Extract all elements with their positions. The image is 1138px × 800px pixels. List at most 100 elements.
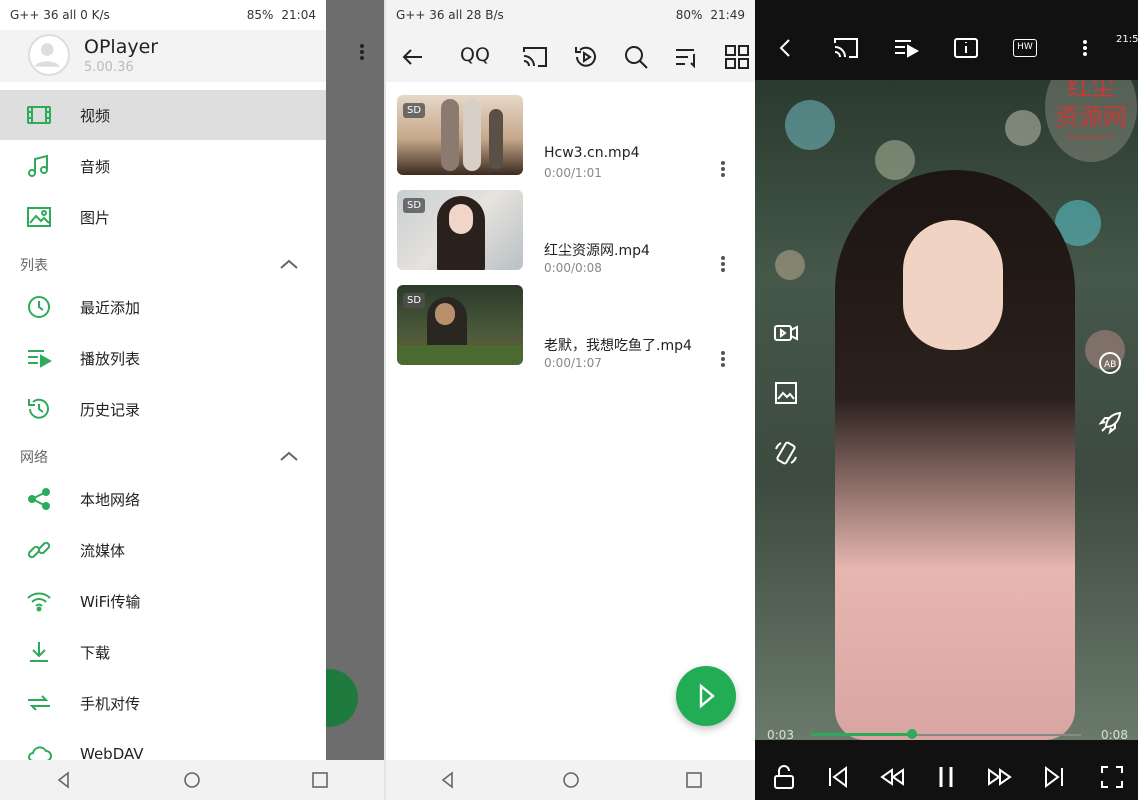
status-time: 21:49 <box>710 8 745 22</box>
menu-label: 流媒体 <box>80 541 126 560</box>
menu-label: 下载 <box>80 643 111 662</box>
video-record-icon[interactable] <box>773 320 799 346</box>
rocket-speed-icon[interactable] <box>1097 410 1123 436</box>
section-network-header: 网络 <box>20 450 48 466</box>
video-name: 红尘资源网.mp4 <box>544 243 650 259</box>
menu-item-download[interactable]: 下载 <box>0 627 326 677</box>
system-nav-bar <box>386 760 755 800</box>
info-icon[interactable] <box>953 35 979 61</box>
chevron-up-icon[interactable] <box>278 256 300 270</box>
recents-nav-icon[interactable] <box>685 771 703 789</box>
video-duration: 0:00/0:08 <box>544 261 602 275</box>
back-nav-icon[interactable] <box>55 771 73 789</box>
home-nav-icon[interactable] <box>562 771 580 789</box>
status-time: 21:04 <box>281 8 316 22</box>
video-thumbnail: SD <box>397 95 523 175</box>
hw-decoder-button[interactable]: HW <box>1013 39 1037 57</box>
menu-label: 音频 <box>80 157 111 176</box>
skip-previous-icon[interactable] <box>825 764 851 790</box>
folder-screen: G++ 36 all 28 B/s 80% 21:49 QQ SD Hcw3.c… <box>386 0 755 800</box>
avatar[interactable] <box>28 34 70 76</box>
search-icon[interactable] <box>623 44 649 70</box>
menu-item-audio[interactable]: 音频 <box>0 141 326 191</box>
music-icon <box>0 153 80 179</box>
back-arrow-icon[interactable] <box>400 44 426 70</box>
menu-item-image[interactable]: 图片 <box>0 192 326 242</box>
status-time: 21:5 <box>1116 34 1138 45</box>
menu-item-video[interactable]: 视频 <box>0 90 326 140</box>
more-vert-icon[interactable] <box>1079 35 1091 61</box>
player-screen: 红尘 资源网 www.hcw3.cn HW 21:5 AB 0:03 0:08 <box>755 0 1138 800</box>
watermark-line2: 资源网 <box>1055 103 1127 131</box>
menu-label: 图片 <box>80 208 111 227</box>
menu-item-phone-transfer[interactable]: 手机对传 <box>0 678 326 728</box>
skip-next-icon[interactable] <box>1041 764 1067 790</box>
video-name: Hcw3.cn.mp4 <box>544 145 640 161</box>
list-item[interactable]: SD 红尘资源网.mp4 0:00/0:08 <box>386 190 755 275</box>
app-name: OPlayer <box>84 36 159 58</box>
fullscreen-icon[interactable] <box>1099 764 1125 790</box>
cast-icon[interactable] <box>522 44 548 70</box>
status-battery: 85% <box>246 8 274 22</box>
chevron-left-icon[interactable] <box>773 35 799 61</box>
seek-bar-progress <box>811 733 913 736</box>
menu-label: 视频 <box>80 106 111 125</box>
playlist-icon[interactable] <box>893 35 920 61</box>
more-vert-icon[interactable] <box>718 351 728 367</box>
screenshot-icon[interactable] <box>773 380 799 406</box>
more-vert-icon[interactable] <box>718 256 728 272</box>
pause-icon[interactable] <box>933 764 959 790</box>
system-nav-bar <box>0 760 384 800</box>
video-thumbnail: SD <box>397 190 523 270</box>
menu-item-history[interactable]: 历史记录 <box>0 384 326 434</box>
menu-label: 手机对传 <box>80 694 141 713</box>
sd-badge: SD <box>403 198 426 213</box>
watermark-url: www.hcw3.cn <box>1067 133 1115 141</box>
status-battery: 80% <box>675 8 703 22</box>
video-duration: 0:00/1:01 <box>544 166 602 180</box>
menu-item-playlist[interactable]: 播放列表 <box>0 333 326 383</box>
menu-label: 历史记录 <box>80 400 141 419</box>
link-icon <box>0 537 80 563</box>
image-icon <box>0 204 80 230</box>
cast-icon[interactable] <box>833 35 859 61</box>
back-nav-icon[interactable] <box>439 771 457 789</box>
list-item[interactable]: SD Hcw3.cn.mp4 0:00/1:01 <box>386 95 755 180</box>
play-fab-button[interactable] <box>676 666 736 726</box>
menu-label: WiFi传输 <box>80 592 141 611</box>
menu-item-recent[interactable]: 最近添加 <box>0 282 326 332</box>
chevron-up-icon[interactable] <box>278 448 300 462</box>
resume-play-icon[interactable] <box>573 44 599 70</box>
section-list-header: 列表 <box>20 258 48 274</box>
phone-transfer-icon <box>0 690 80 716</box>
sd-badge: SD <box>403 293 426 308</box>
app-version: 5.00.36 <box>84 60 134 75</box>
page-title: QQ <box>460 44 490 66</box>
rewind-icon[interactable] <box>879 764 905 790</box>
home-nav-icon[interactable] <box>183 771 201 789</box>
menu-label: 本地网络 <box>80 490 141 509</box>
list-item[interactable]: SD 老默，我想吃鱼了.mp4 0:00/1:07 <box>386 285 755 370</box>
fast-forward-icon[interactable] <box>987 764 1013 790</box>
status-signal: G++ 36 all 0 K/s <box>10 8 110 22</box>
ab-repeat-icon[interactable]: AB <box>1097 350 1123 376</box>
share-icon <box>0 486 80 512</box>
drawer-screen: G++ 36 all 0 K/s 85% 21:04 OPlayer 5.00.… <box>0 0 384 800</box>
recents-nav-icon[interactable] <box>311 771 329 789</box>
menu-item-local-network[interactable]: 本地网络 <box>0 474 326 524</box>
video-icon <box>0 102 80 128</box>
menu-item-wifi-transfer[interactable]: WiFi传输 <box>0 576 326 626</box>
rotate-screen-icon[interactable] <box>773 440 799 466</box>
menu-item-streaming[interactable]: 流媒体 <box>0 525 326 575</box>
menu-label: 播放列表 <box>80 349 141 368</box>
sort-icon[interactable] <box>674 44 700 70</box>
more-vert-icon[interactable] <box>718 161 728 177</box>
grid-view-icon[interactable] <box>724 44 750 70</box>
overflow-menu-icon <box>356 44 368 66</box>
status-signal: G++ 36 all 28 B/s <box>396 8 504 22</box>
status-bar: G++ 36 all 28 B/s 80% 21:49 <box>386 0 755 30</box>
video-duration: 0:00/1:07 <box>544 356 602 370</box>
video-thumbnail: SD <box>397 285 523 365</box>
svg-text:AB: AB <box>1104 360 1116 370</box>
unlock-icon[interactable] <box>771 764 797 790</box>
